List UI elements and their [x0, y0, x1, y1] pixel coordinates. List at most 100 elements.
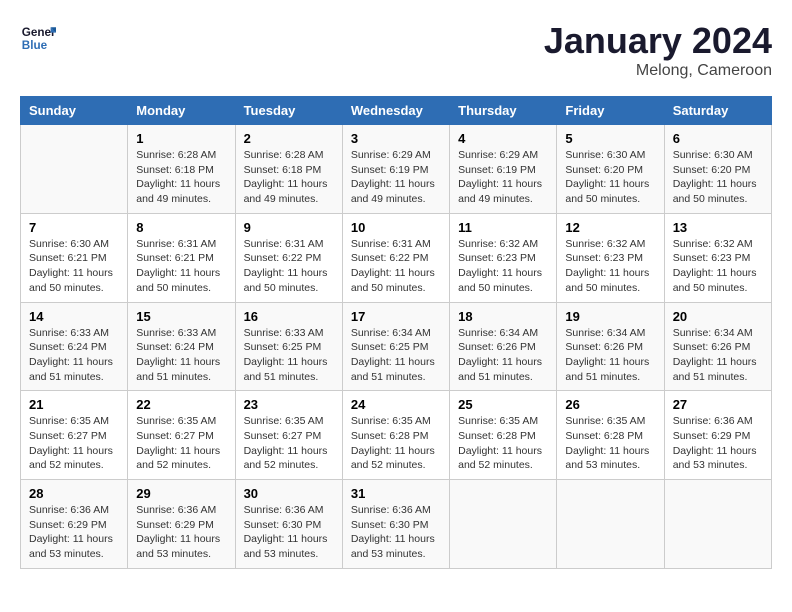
day-info: Sunrise: 6:31 AM Sunset: 6:22 PM Dayligh… [244, 237, 334, 296]
calendar-cell: 24Sunrise: 6:35 AM Sunset: 6:28 PM Dayli… [342, 391, 449, 480]
svg-text:Blue: Blue [22, 39, 48, 52]
day-number: 6 [673, 131, 763, 146]
day-number: 9 [244, 220, 334, 235]
day-info: Sunrise: 6:32 AM Sunset: 6:23 PM Dayligh… [458, 237, 548, 296]
col-header-thursday: Thursday [450, 97, 557, 125]
day-info: Sunrise: 6:29 AM Sunset: 6:19 PM Dayligh… [458, 148, 548, 207]
day-number: 18 [458, 309, 548, 324]
day-number: 17 [351, 309, 441, 324]
day-info: Sunrise: 6:32 AM Sunset: 6:23 PM Dayligh… [673, 237, 763, 296]
calendar-cell: 19 Sunrise: 6:34 AM Sunset: 6:26 PM Dayli… [557, 302, 664, 391]
calendar-cell: 30Sunrise: 6:36 AM Sunset: 6:30 PM Dayli… [235, 480, 342, 569]
day-info: Sunrise: 6:28 AM Sunset: 6:18 PM Dayligh… [136, 148, 226, 207]
day-number: 28 [29, 486, 119, 501]
col-header-wednesday: Wednesday [342, 97, 449, 125]
col-header-friday: Friday [557, 97, 664, 125]
day-info: Sunrise: 6:34 AM Sunset: 6:26 PM Dayligh… [673, 326, 763, 385]
calendar-cell: 28 Sunrise: 6:36 AM Sunset: 6:29 PM Dayli… [21, 480, 128, 569]
day-number: 19 [565, 309, 655, 324]
calendar-cell: 15 Sunrise: 6:33 AM Sunset: 6:24 PM Dayli… [128, 302, 235, 391]
calendar-cell: 2 Sunrise: 6:28 AM Sunset: 6:18 PM Daylig… [235, 125, 342, 214]
day-number: 23 [244, 397, 334, 412]
day-info: Sunrise: 6:35 AM Sunset: 6:27 PM Dayligh… [244, 414, 334, 473]
calendar-cell: 31 Sunrise: 6:36 AM Sunset: 6:30 PM Dayli… [342, 480, 449, 569]
day-number: 27 [673, 397, 763, 412]
col-header-sunday: Sunday [21, 97, 128, 125]
day-info: Sunrise: 6:34 AM Sunset: 6:26 PM Dayligh… [565, 326, 655, 385]
day-info: Sunrise: 6:33 AM Sunset: 6:24 PM Dayligh… [136, 326, 226, 385]
day-number: 5 [565, 131, 655, 146]
calendar-cell: 25 Sunrise: 6:35 AM Sunset: 6:28 PM Dayli… [450, 391, 557, 480]
calendar-cell: 11 Sunrise: 6:32 AM Sunset: 6:23 PM Dayli… [450, 213, 557, 302]
day-info: Sunrise: 6:30 AM Sunset: 6:20 PM Dayligh… [673, 148, 763, 207]
calendar-cell: 5 Sunrise: 6:30 AM Sunset: 6:20 PM Daylig… [557, 125, 664, 214]
day-info: Sunrise: 6:34 AM Sunset: 6:25 PM Dayligh… [351, 326, 441, 385]
location-subtitle: Melong, Cameroon [544, 62, 772, 80]
calendar-cell: 14 Sunrise: 6:33 AM Sunset: 6:24 PM Dayli… [21, 302, 128, 391]
calendar-cell [664, 480, 771, 569]
day-info: Sunrise: 6:36 AM Sunset: 6:29 PM Dayligh… [136, 503, 226, 562]
day-number: 10 [351, 220, 441, 235]
day-number: 14 [29, 309, 119, 324]
calendar-cell: 7 Sunrise: 6:30 AM Sunset: 6:21 PM Daylig… [21, 213, 128, 302]
day-number: 1 [136, 131, 226, 146]
calendar-cell: 18 Sunrise: 6:34 AM Sunset: 6:26 PM Dayli… [450, 302, 557, 391]
calendar-cell: 12Sunrise: 6:32 AM Sunset: 6:23 PM Dayli… [557, 213, 664, 302]
calendar-cell: 17 Sunrise: 6:34 AM Sunset: 6:25 PM Dayli… [342, 302, 449, 391]
calendar-cell [21, 125, 128, 214]
calendar-cell: 26Sunrise: 6:35 AM Sunset: 6:28 PM Dayli… [557, 391, 664, 480]
calendar-cell: 16Sunrise: 6:33 AM Sunset: 6:25 PM Dayli… [235, 302, 342, 391]
calendar-cell: 3Sunrise: 6:29 AM Sunset: 6:19 PM Daylig… [342, 125, 449, 214]
day-info: Sunrise: 6:34 AM Sunset: 6:26 PM Dayligh… [458, 326, 548, 385]
calendar-cell: 29 Sunrise: 6:36 AM Sunset: 6:29 PM Dayli… [128, 480, 235, 569]
day-info: Sunrise: 6:35 AM Sunset: 6:27 PM Dayligh… [29, 414, 119, 473]
day-number: 13 [673, 220, 763, 235]
col-header-monday: Monday [128, 97, 235, 125]
day-info: Sunrise: 6:28 AM Sunset: 6:18 PM Dayligh… [244, 148, 334, 207]
calendar-cell: 20 Sunrise: 6:34 AM Sunset: 6:26 PM Dayli… [664, 302, 771, 391]
day-number: 4 [458, 131, 548, 146]
calendar-table: SundayMondayTuesdayWednesdayThursdayFrid… [20, 96, 772, 569]
day-number: 22 [136, 397, 226, 412]
day-info: Sunrise: 6:35 AM Sunset: 6:27 PM Dayligh… [136, 414, 226, 473]
day-info: Sunrise: 6:35 AM Sunset: 6:28 PM Dayligh… [351, 414, 441, 473]
day-info: Sunrise: 6:35 AM Sunset: 6:28 PM Dayligh… [565, 414, 655, 473]
day-info: Sunrise: 6:31 AM Sunset: 6:22 PM Dayligh… [351, 237, 441, 296]
calendar-cell: 27Sunrise: 6:36 AM Sunset: 6:29 PM Dayli… [664, 391, 771, 480]
calendar-cell: 10 Sunrise: 6:31 AM Sunset: 6:22 PM Dayli… [342, 213, 449, 302]
day-number: 21 [29, 397, 119, 412]
logo-icon: General Blue [20, 20, 56, 56]
day-info: Sunrise: 6:36 AM Sunset: 6:29 PM Dayligh… [29, 503, 119, 562]
day-info: Sunrise: 6:30 AM Sunset: 6:21 PM Dayligh… [29, 237, 119, 296]
calendar-cell: 4 Sunrise: 6:29 AM Sunset: 6:19 PM Daylig… [450, 125, 557, 214]
day-number: 8 [136, 220, 226, 235]
day-info: Sunrise: 6:36 AM Sunset: 6:30 PM Dayligh… [351, 503, 441, 562]
page-header: General Blue January 2024 Melong, Camero… [20, 20, 772, 80]
calendar-cell: 1 Sunrise: 6:28 AM Sunset: 6:18 PM Daylig… [128, 125, 235, 214]
day-info: Sunrise: 6:31 AM Sunset: 6:21 PM Dayligh… [136, 237, 226, 296]
day-number: 3 [351, 131, 441, 146]
calendar-cell: 22 Sunrise: 6:35 AM Sunset: 6:27 PM Dayli… [128, 391, 235, 480]
day-number: 7 [29, 220, 119, 235]
month-title: January 2024 [544, 20, 772, 62]
calendar-cell: 23 Sunrise: 6:35 AM Sunset: 6:27 PM Dayli… [235, 391, 342, 480]
day-number: 20 [673, 309, 763, 324]
day-info: Sunrise: 6:33 AM Sunset: 6:24 PM Dayligh… [29, 326, 119, 385]
calendar-cell [557, 480, 664, 569]
calendar-cell: 9 Sunrise: 6:31 AM Sunset: 6:22 PM Daylig… [235, 213, 342, 302]
day-info: Sunrise: 6:32 AM Sunset: 6:23 PM Dayligh… [565, 237, 655, 296]
day-number: 25 [458, 397, 548, 412]
col-header-saturday: Saturday [664, 97, 771, 125]
day-info: Sunrise: 6:30 AM Sunset: 6:20 PM Dayligh… [565, 148, 655, 207]
day-info: Sunrise: 6:35 AM Sunset: 6:28 PM Dayligh… [458, 414, 548, 473]
day-number: 15 [136, 309, 226, 324]
logo: General Blue [20, 20, 56, 56]
calendar-cell: 6 Sunrise: 6:30 AM Sunset: 6:20 PM Daylig… [664, 125, 771, 214]
day-number: 11 [458, 220, 548, 235]
title-block: January 2024 Melong, Cameroon [544, 20, 772, 80]
calendar-cell [450, 480, 557, 569]
calendar-cell: 13 Sunrise: 6:32 AM Sunset: 6:23 PM Dayli… [664, 213, 771, 302]
day-number: 29 [136, 486, 226, 501]
day-number: 31 [351, 486, 441, 501]
day-number: 2 [244, 131, 334, 146]
